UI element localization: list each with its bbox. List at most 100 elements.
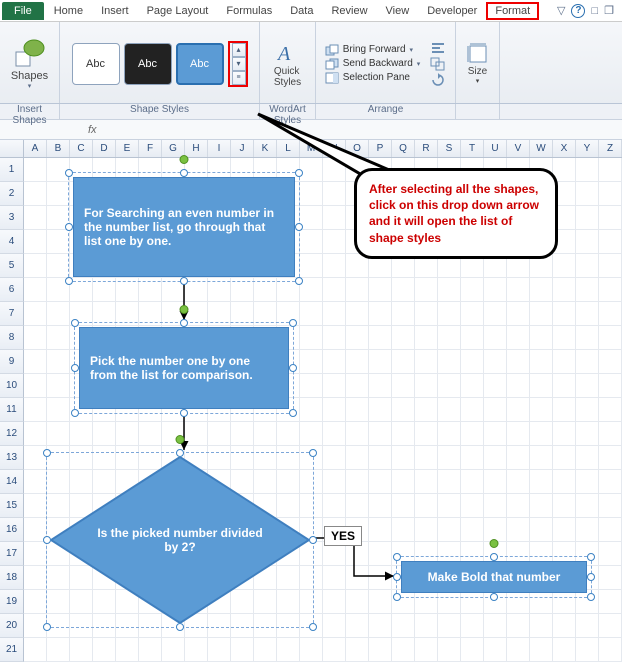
row-header-20[interactable]: 20	[0, 614, 24, 638]
resize-handle[interactable]	[309, 623, 317, 631]
row-header-6[interactable]: 6	[0, 278, 24, 302]
row-header-16[interactable]: 16	[0, 518, 24, 542]
col-header-U[interactable]: U	[484, 140, 507, 157]
resize-handle[interactable]	[65, 169, 73, 177]
row-header-12[interactable]: 12	[0, 422, 24, 446]
fx-icon[interactable]: fx	[80, 124, 105, 136]
help-icon[interactable]: ?	[571, 4, 585, 18]
row-header-10[interactable]: 10	[0, 374, 24, 398]
select-all-corner[interactable]	[0, 140, 24, 157]
col-header-R[interactable]: R	[415, 140, 438, 157]
style-more-icon[interactable]: ≡	[232, 71, 246, 85]
col-header-V[interactable]: V	[507, 140, 530, 157]
row-header-7[interactable]: 7	[0, 302, 24, 326]
col-header-O[interactable]: O	[346, 140, 369, 157]
tab-format[interactable]: Format	[486, 2, 539, 20]
resize-handle[interactable]	[393, 553, 401, 561]
resize-handle[interactable]	[295, 169, 303, 177]
collapse-ribbon-icon[interactable]: ▽	[557, 4, 565, 17]
col-header-N[interactable]: N	[323, 140, 346, 157]
resize-handle[interactable]	[180, 319, 188, 327]
col-header-F[interactable]: F	[139, 140, 162, 157]
yes-label[interactable]: YES	[324, 526, 362, 546]
shape-style-1[interactable]: Abc	[72, 43, 120, 85]
tab-review[interactable]: Review	[322, 2, 376, 20]
resize-handle[interactable]	[490, 593, 498, 601]
row-header-18[interactable]: 18	[0, 566, 24, 590]
tab-file[interactable]: File	[2, 2, 44, 20]
rotate-handle-icon[interactable]	[180, 155, 189, 164]
rotate-handle-icon[interactable]	[176, 435, 185, 444]
col-header-K[interactable]: K	[254, 140, 277, 157]
col-header-S[interactable]: S	[438, 140, 461, 157]
resize-handle[interactable]	[309, 536, 317, 544]
col-header-Q[interactable]: Q	[392, 140, 415, 157]
rotate-handle-icon[interactable]	[180, 305, 189, 314]
row-header-21[interactable]: 21	[0, 638, 24, 662]
resize-handle[interactable]	[289, 319, 297, 327]
row-header-5[interactable]: 5	[0, 254, 24, 278]
resize-handle[interactable]	[295, 277, 303, 285]
shape-style-3[interactable]: Abc	[176, 43, 224, 85]
row-header-19[interactable]: 19	[0, 590, 24, 614]
col-header-D[interactable]: D	[93, 140, 116, 157]
row-header-15[interactable]: 15	[0, 494, 24, 518]
col-header-H[interactable]: H	[185, 140, 208, 157]
row-header-13[interactable]: 13	[0, 446, 24, 470]
resize-handle[interactable]	[176, 623, 184, 631]
selection-pane-button[interactable]: Selection Pane	[325, 72, 421, 84]
tab-formulas[interactable]: Formulas	[217, 2, 281, 20]
align-icon[interactable]	[430, 41, 446, 55]
row-header-4[interactable]: 4	[0, 230, 24, 254]
flowchart-process-1[interactable]: For Searching an even number in the numb…	[73, 177, 295, 277]
tab-page-layout[interactable]: Page Layout	[138, 2, 218, 20]
resize-handle[interactable]	[587, 553, 595, 561]
callout[interactable]: After selecting all the shapes, click on…	[354, 168, 558, 259]
col-header-P[interactable]: P	[369, 140, 392, 157]
style-down-icon[interactable]: ▾	[232, 57, 246, 71]
resize-handle[interactable]	[289, 364, 297, 372]
row-header-1[interactable]: 1	[0, 158, 24, 182]
resize-handle[interactable]	[71, 409, 79, 417]
col-header-E[interactable]: E	[116, 140, 139, 157]
tab-data[interactable]: Data	[281, 2, 322, 20]
flowchart-process-4[interactable]: Make Bold that number	[401, 561, 587, 593]
shape-rect-1-selection[interactable]: For Searching an even number in the numb…	[68, 172, 300, 282]
tab-insert[interactable]: Insert	[92, 2, 138, 20]
bring-forward-button[interactable]: Bring Forward ▾	[325, 44, 421, 56]
col-header-J[interactable]: J	[231, 140, 254, 157]
row-header-17[interactable]: 17	[0, 542, 24, 566]
resize-handle[interactable]	[180, 169, 188, 177]
resize-handle[interactable]	[587, 593, 595, 601]
resize-handle[interactable]	[176, 449, 184, 457]
send-backward-button[interactable]: Send Backward ▾	[325, 58, 421, 70]
col-header-C[interactable]: C	[70, 140, 93, 157]
resize-handle[interactable]	[43, 449, 51, 457]
col-header-T[interactable]: T	[461, 140, 484, 157]
flowchart-process-2[interactable]: Pick the number one by one from the list…	[79, 327, 289, 409]
resize-handle[interactable]	[65, 223, 73, 231]
group-icon[interactable]	[430, 57, 446, 71]
row-header-14[interactable]: 14	[0, 470, 24, 494]
resize-handle[interactable]	[393, 573, 401, 581]
resize-handle[interactable]	[490, 553, 498, 561]
shapes-button[interactable]: Shapes ▾	[11, 38, 48, 90]
col-header-A[interactable]: A	[24, 140, 47, 157]
resize-handle[interactable]	[309, 449, 317, 457]
resize-handle[interactable]	[180, 409, 188, 417]
col-header-W[interactable]: W	[530, 140, 553, 157]
row-header-8[interactable]: 8	[0, 326, 24, 350]
rotate-icon[interactable]	[430, 73, 446, 87]
rotate-handle-icon[interactable]	[490, 539, 499, 548]
row-header-3[interactable]: 3	[0, 206, 24, 230]
resize-handle[interactable]	[393, 593, 401, 601]
tab-developer[interactable]: Developer	[418, 2, 486, 20]
col-header-X[interactable]: X	[553, 140, 576, 157]
resize-handle[interactable]	[71, 364, 79, 372]
resize-handle[interactable]	[295, 223, 303, 231]
resize-handle[interactable]	[71, 319, 79, 327]
resize-handle[interactable]	[587, 573, 595, 581]
resize-handle[interactable]	[180, 277, 188, 285]
shape-rect-2-selection[interactable]: Pick the number one by one from the list…	[74, 322, 294, 414]
tab-home[interactable]: Home	[45, 2, 92, 20]
